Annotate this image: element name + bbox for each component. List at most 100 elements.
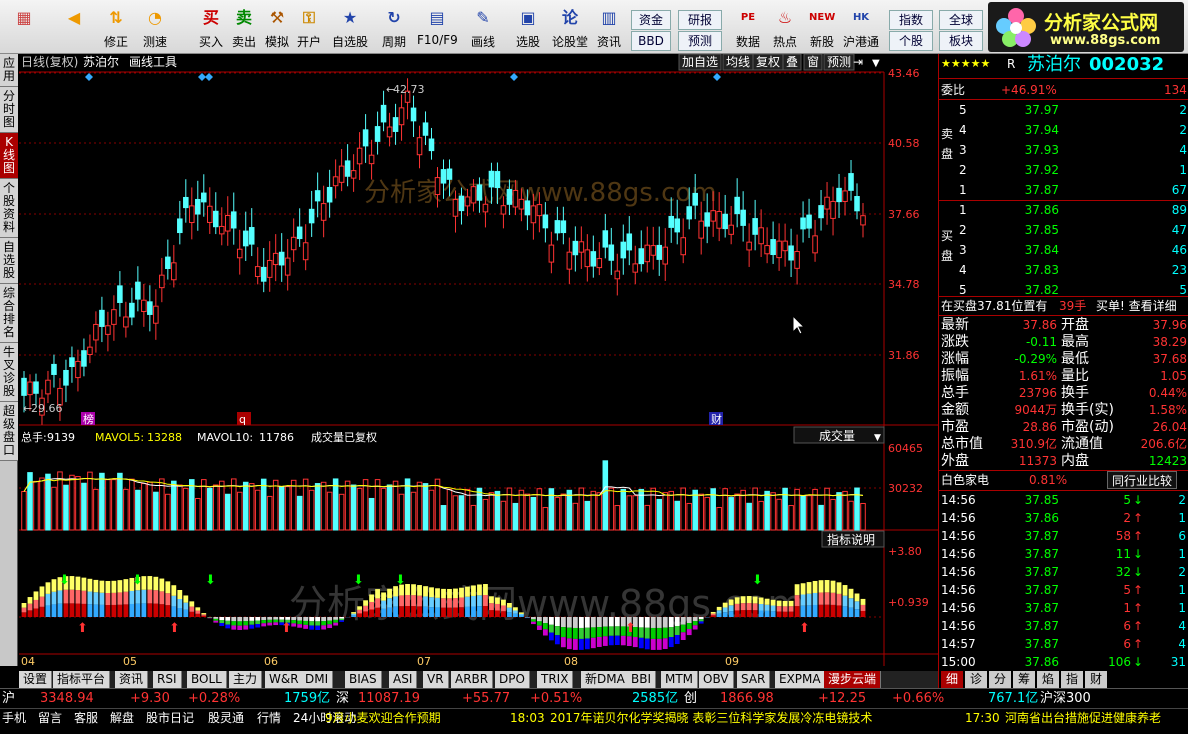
chart-top-button-4[interactable]: 窗 [807, 55, 819, 69]
sidebar-tab-5[interactable]: 综合排名 [0, 284, 18, 343]
chart-top-button-3[interactable]: 叠 [786, 55, 798, 69]
sidebar-tab-7[interactable]: 超级盘口 [0, 402, 18, 461]
indicator-tab-1[interactable]: 指标平台 [53, 671, 111, 688]
toolbar-button-5[interactable]: 买买入 [196, 4, 226, 50]
kline-chart[interactable]: 43.46 40.58 37.66 34.78 31.86 日线(复权) 苏泊尔 画线工具 加自… [19, 54, 938, 666]
indicator-tab-13[interactable]: TRIX [537, 671, 574, 688]
chart-marker-1[interactable]: q [239, 413, 246, 426]
panel-tab-3[interactable]: 筹 [1013, 671, 1035, 688]
indicator-tab-19[interactable]: EXPMA [775, 671, 826, 688]
indicator-tab-9[interactable]: ASI [389, 671, 418, 688]
dropdown-icon[interactable]: ▼ [872, 58, 880, 69]
news-link-0[interactable]: 手机 [2, 709, 26, 727]
toolbar-button-2[interactable]: ⇅ 修正 [98, 4, 134, 50]
chart-top-button-0[interactable]: 加自选 [682, 55, 718, 69]
toolbar-button-19[interactable]: HK 沪港通 [841, 4, 881, 50]
chart-marker-0[interactable]: 榜 [83, 412, 94, 426]
news-link-2[interactable]: 客服 [74, 709, 98, 727]
candle-body [686, 206, 692, 220]
sidebar-tab-1[interactable]: 分时图 [0, 87, 18, 133]
news-link-4[interactable]: 股市日记 [146, 709, 194, 727]
index-button[interactable]: 指数 [889, 10, 933, 30]
panel-tab-4[interactable]: 焰 [1037, 671, 1059, 688]
sector-button[interactable]: 板块 [939, 31, 983, 51]
toolbar-button-16[interactable]: PE 数据 [730, 4, 766, 50]
sidebar-tab-0[interactable]: 应用 [0, 54, 18, 87]
sidebar-tab-6[interactable]: 牛叉诊股 [0, 343, 18, 402]
panel-tab-0[interactable]: 细 [941, 671, 963, 688]
indicator-tab-16[interactable]: MTM [661, 671, 699, 688]
indicator-tab-18[interactable]: SAR [737, 671, 771, 688]
indicator-tab-2[interactable]: 资讯 [115, 671, 149, 688]
toolbar-button-18[interactable]: NEW 新股 [805, 4, 839, 50]
news-link-3[interactable]: 解盘 [110, 709, 134, 727]
indicator-tab-17[interactable]: OBV [699, 671, 734, 688]
toolbar-button-10[interactable]: ↻ 周期 [375, 4, 413, 50]
bbd-button[interactable]: BBD [631, 31, 671, 51]
news-link-5[interactable]: 股灵通 [208, 709, 244, 727]
panel-tab-2[interactable]: 分 [989, 671, 1011, 688]
global-button[interactable]: 全球 [939, 10, 983, 30]
toolbar-button-1[interactable]: ◀ [56, 4, 92, 50]
sidebar-tab-2[interactable]: K线图 [0, 133, 18, 179]
view-detail-link[interactable]: 买单! 查看详细 [1096, 297, 1177, 315]
indicator-help-button[interactable]: 指标说明 [827, 532, 875, 547]
volume-bar [326, 491, 333, 531]
news-headline-3[interactable]: 河南省出台措施促进健康养老 [1005, 709, 1161, 727]
indicator-tab-4[interactable]: BOLL [187, 671, 227, 688]
candle-body [434, 177, 441, 196]
chart-top-button-5[interactable]: 预测 [827, 55, 851, 69]
indicator-tab-8[interactable]: BIAS [345, 671, 382, 688]
toolbar-button-13[interactable]: ▣ 选股 [508, 4, 548, 50]
toolbar-button-12[interactable]: ✎ 画线 [464, 4, 502, 50]
toolbar-button-11[interactable]: ▤ F10/F9 [417, 4, 458, 50]
indicator-bar [237, 625, 243, 630]
sidebar-tab-4[interactable]: 自选股 [0, 238, 18, 284]
report-button[interactable]: 研报 [678, 10, 722, 30]
news-headline-2[interactable]: 2017年诺贝尔化学奖揭晓 表彰三位科学家发展冷冻电镜技术 [550, 709, 872, 727]
indicator-bar [321, 621, 327, 626]
toolbar-button-9[interactable]: ★ 自选股 [329, 4, 371, 50]
toolbar-button-7[interactable]: ⚒ 模拟 [262, 4, 292, 50]
panel-tab-6[interactable]: 财 [1085, 671, 1107, 688]
indicator-tab-6[interactable]: W&R [265, 671, 304, 688]
indicator-bar [608, 626, 614, 636]
forecast-button[interactable]: 预测 [678, 31, 722, 51]
mavol5-label: MAVOL5: [95, 431, 144, 444]
toolbar-button-3[interactable]: ◔ 测速 [137, 4, 173, 50]
news-link-6[interactable]: 行情 [257, 709, 281, 727]
indicator-tab-3[interactable]: RSI [153, 671, 182, 688]
indicator-tab-14[interactable]: 新DMA [581, 671, 630, 688]
chart-marker-2[interactable]: 财 [711, 412, 722, 426]
expand-icon[interactable]: ⇥ [853, 55, 863, 69]
toolbar-button-8[interactable]: ⚿ 开户 [294, 4, 324, 50]
compare-button[interactable]: 同行业比较 [1107, 471, 1178, 489]
toolbar-button-14[interactable]: 论论股堂 [552, 4, 588, 50]
indicator-tab-7[interactable]: DMI [301, 671, 334, 688]
toolbar-button-17[interactable]: ♨ 热点 [768, 4, 802, 50]
toolbar-button-0[interactable]: ▦ [6, 4, 42, 50]
panel-tab-5[interactable]: 指 [1061, 671, 1083, 688]
toolbar-button-6[interactable]: 卖卖出 [229, 4, 259, 50]
indicator-tab-15[interactable]: BBI [627, 671, 657, 688]
indicator-tab-11[interactable]: ARBR [451, 671, 494, 688]
indicator-tab-0[interactable]: 设置 [19, 671, 53, 688]
indicator-tab-5[interactable]: 主力 [229, 671, 263, 688]
fund-button[interactable]: 资金 [631, 10, 671, 30]
indicator-tab-20[interactable]: 漫步云端 [824, 671, 882, 688]
candle-body [440, 169, 447, 184]
stock-button[interactable]: 个股 [889, 31, 933, 51]
vol-dropdown[interactable]: 成交量 [819, 428, 855, 443]
vol-dropdown-arrow-icon[interactable]: ▼ [874, 433, 881, 443]
indicator-tab-10[interactable]: VR [423, 671, 449, 688]
chart-top-button-2[interactable]: 复权 [756, 55, 780, 69]
draw-tools-link[interactable]: 画线工具 [129, 55, 177, 69]
news-link-1[interactable]: 留言 [38, 709, 62, 727]
news-headline-1[interactable]: 9月小麦欢迎合作预期 [325, 709, 441, 727]
panel-tab-1[interactable]: 诊 [965, 671, 987, 688]
indicator-tab-12[interactable]: DPO [495, 671, 530, 688]
chart-top-button-1[interactable]: 均线 [726, 55, 750, 69]
toolbar-button-15[interactable]: ▥ 资讯 [593, 4, 625, 50]
sidebar-tab-3[interactable]: 个股资料 [0, 179, 18, 238]
hs300-label[interactable]: 沪深300 [1040, 689, 1091, 709]
